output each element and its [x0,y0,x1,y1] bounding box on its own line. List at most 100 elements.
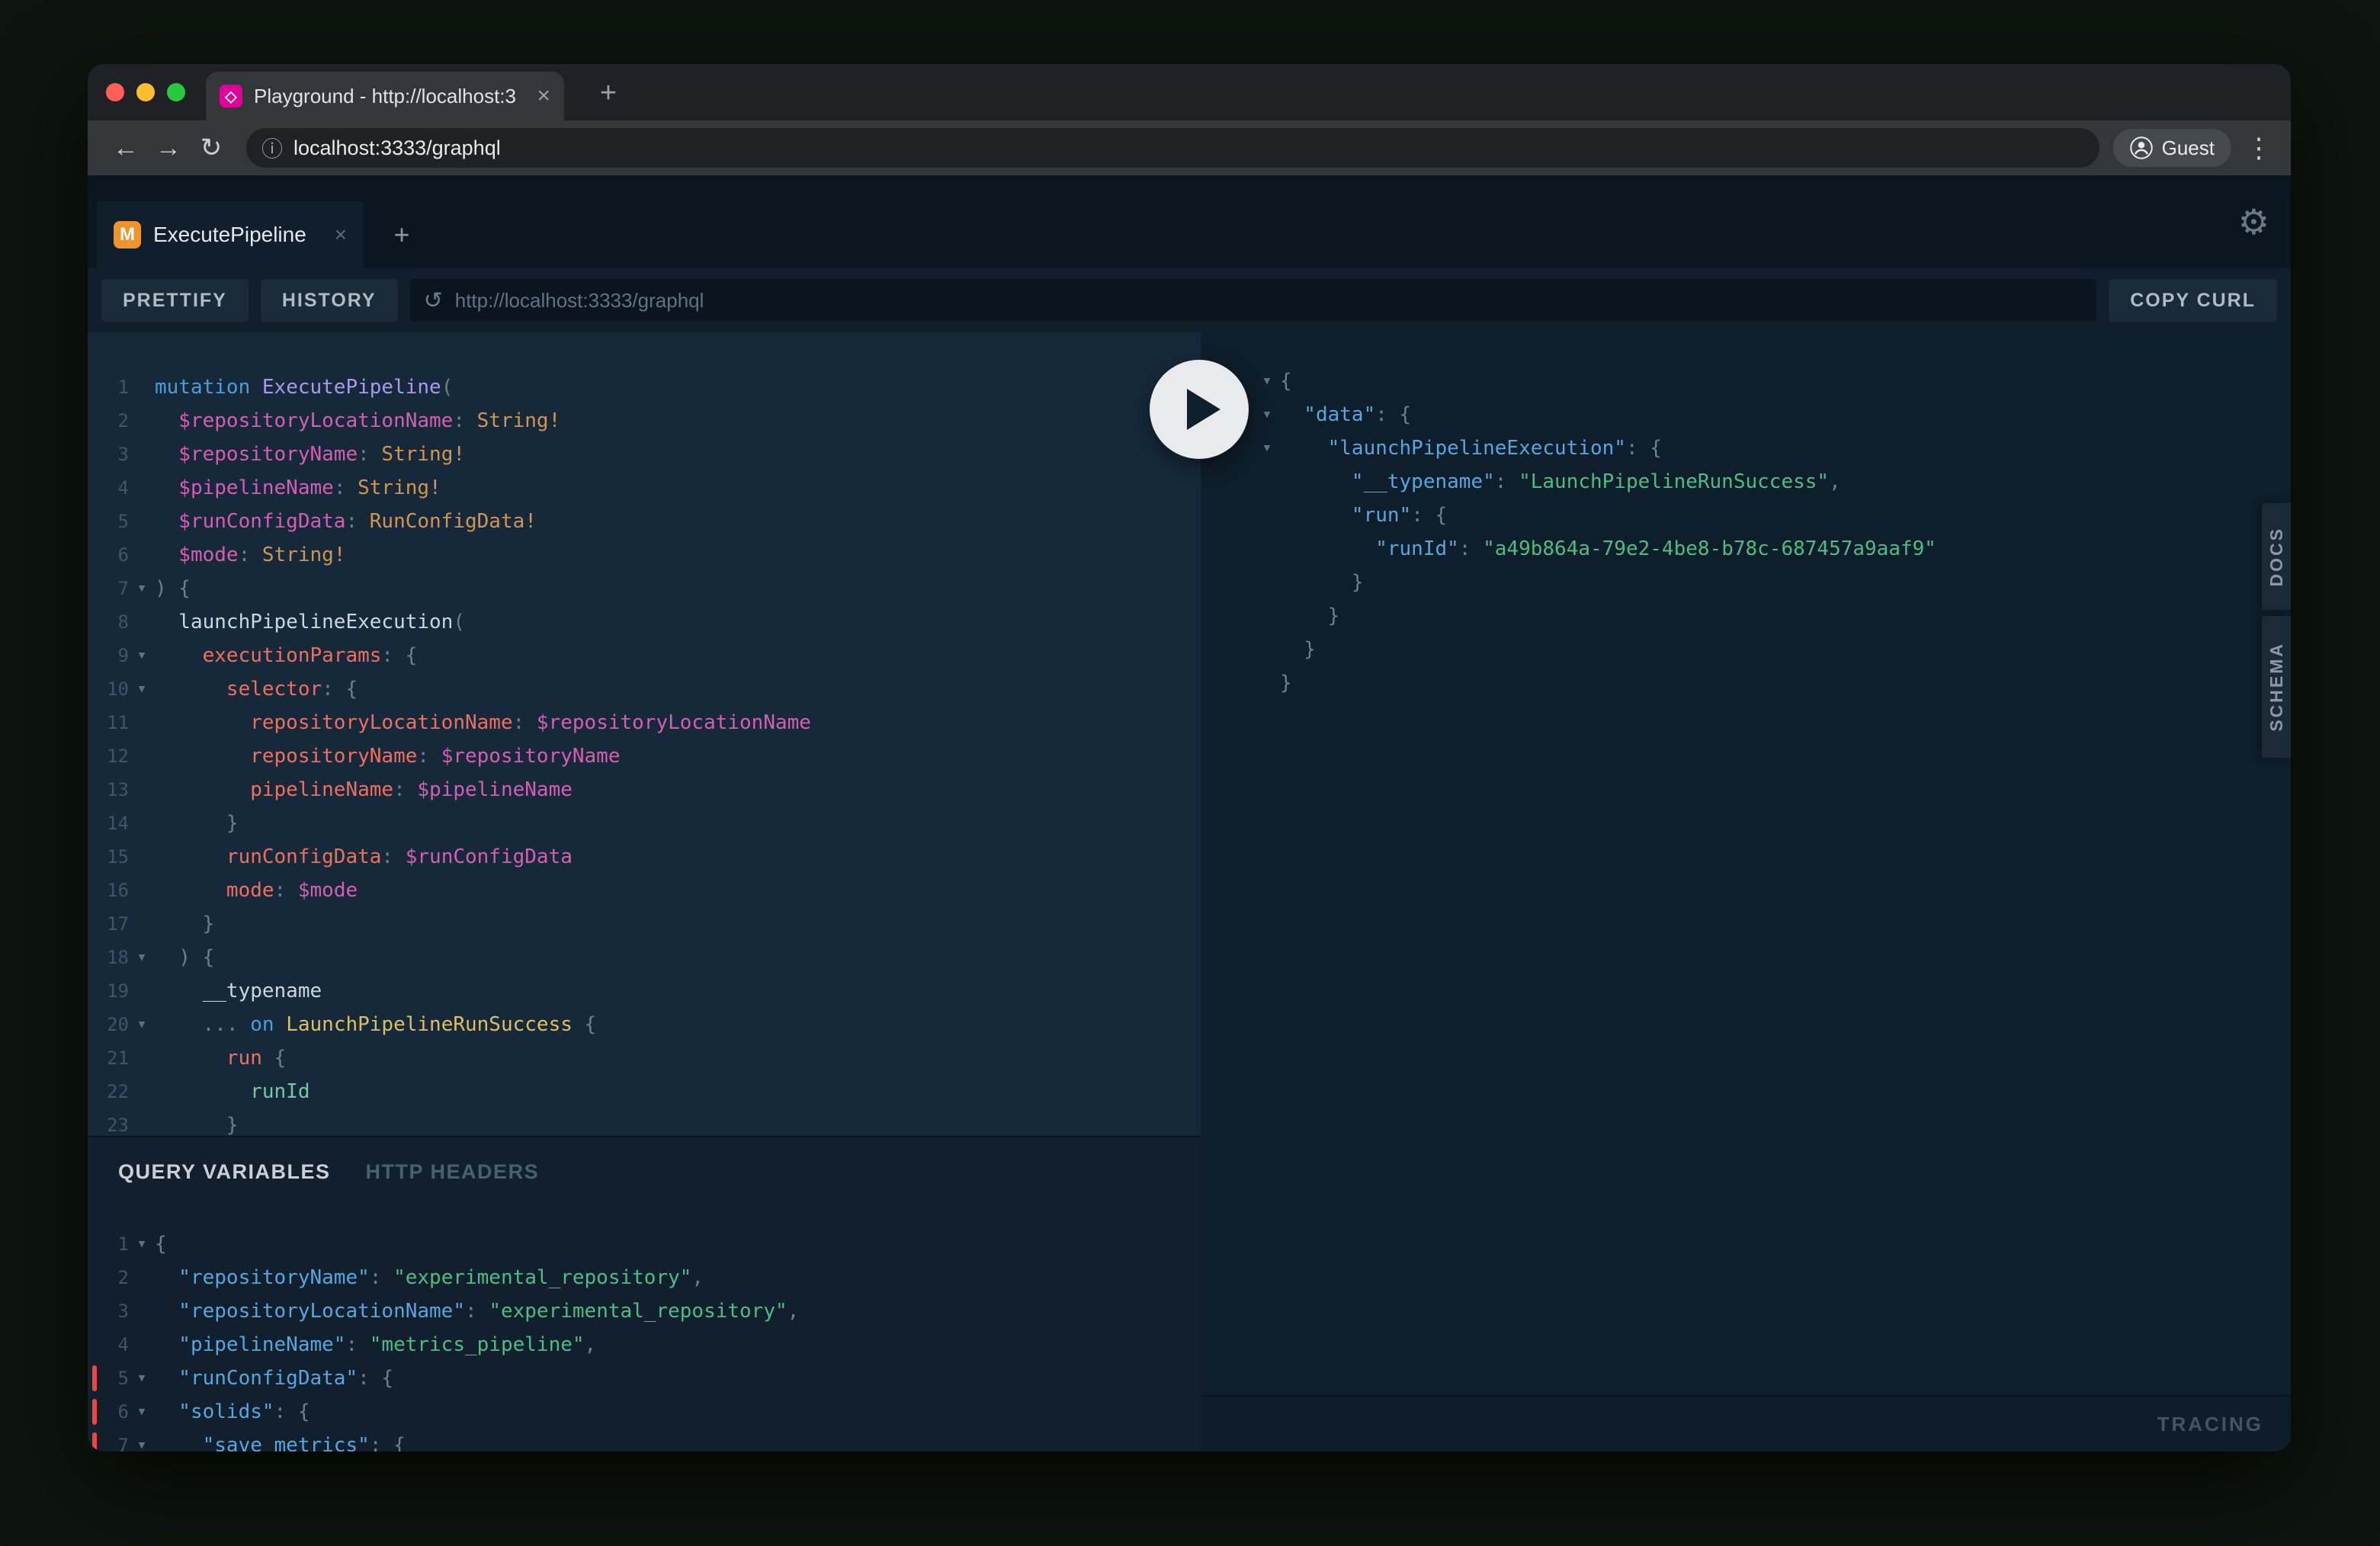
code-line: 3 "repositoryLocationName": "experimenta… [88,1294,1201,1328]
code-text: $pipelineName: String! [155,471,441,505]
variables-editor[interactable]: 1▾{2 "repositoryName": "experimental_rep… [88,1227,1201,1451]
code-line: 2 "repositoryName": "experimental_reposi… [88,1261,1201,1294]
code-text: $repositoryLocationName: String! [155,404,560,438]
code-line: 13 pipelineName: $pipelineName [88,773,1201,807]
copy-curl-button[interactable]: COPY CURL [2109,279,2277,322]
new-tab-button[interactable]: + [587,72,630,114]
history-button[interactable]: HISTORY [261,279,398,322]
playground-tab-executepipeline[interactable]: M ExecutePipeline × [97,201,364,268]
line-number: 3 [88,438,129,471]
docs-side-tab[interactable]: DOCS [2262,503,2291,610]
fold-caret-icon[interactable]: ▾ [129,639,155,672]
response-viewer: ▾{▾ "data": {▾ "launchPipelineExecution"… [1201,332,2291,700]
fold-caret-icon[interactable]: ▾ [129,1362,155,1395]
code-text: ... on LaunchPipelineRunSuccess { [155,1008,596,1041]
code-line: ▾ "launchPipelineExecution": { [1254,431,2291,465]
minimize-window-button[interactable] [136,83,155,101]
tab-query-variables[interactable]: QUERY VARIABLES [118,1160,331,1184]
line-number: 18 [88,941,129,974]
fold-caret-icon[interactable]: ▾ [129,1008,155,1041]
code-line: 8 launchPipelineExecution( [88,605,1201,639]
code-line: "run": { [1254,499,2291,532]
address-bar[interactable]: ⓘ localhost:3333/graphql [246,128,2099,168]
fold-caret-icon[interactable]: ▾ [129,1227,155,1261]
code-line: 1▾{ [88,1227,1201,1261]
code-text: "repositoryLocationName": "experimental_… [155,1294,799,1328]
reload-icon[interactable]: ↻ [190,127,233,169]
line-number: 4 [88,1328,129,1362]
query-editor[interactable]: 1mutation ExecutePipeline(2 $repositoryL… [88,332,1201,1136]
line-number: 9 [88,639,129,672]
fullscreen-window-button[interactable] [167,83,185,101]
code-line: 16 mode: $mode [88,874,1201,907]
code-text: executionParams: { [155,639,417,672]
tab-http-headers[interactable]: HTTP HEADERS [366,1160,540,1184]
code-text: mutation ExecutePipeline( [155,370,453,404]
code-text: "runConfigData": { [155,1362,393,1395]
code-text: $repositoryName: String! [155,438,465,471]
code-text: "launchPipelineExecution": { [1280,431,1662,465]
browser-tab-title: Playground - http://localhost:3 [254,85,531,108]
code-text: selector: { [155,672,358,706]
code-text: repositoryLocationName: $repositoryLocat… [155,706,811,739]
line-number: 23 [88,1108,129,1136]
schema-side-tab[interactable]: SCHEMA [2262,616,2291,758]
tracing-bar[interactable]: TRACING [1201,1395,2291,1451]
profile-button[interactable]: Guest [2113,129,2231,167]
code-line: } [1254,633,2291,666]
code-line: 7▾ "save_metrics": { [88,1429,1201,1451]
reload-schema-icon[interactable]: ↺ [424,287,443,314]
browser-menu-icon[interactable]: ⋮ [2244,132,2274,164]
playground-tab-close-icon[interactable]: × [335,223,347,247]
line-number: 8 [88,605,129,639]
code-line: 7▾) { [88,572,1201,605]
code-text: $mode: String! [155,538,345,572]
code-line: 11 repositoryLocationName: $repositoryLo… [88,706,1201,739]
fold-caret-icon[interactable]: ▾ [129,1395,155,1429]
code-line: "__typename": "LaunchPipelineRunSuccess"… [1254,465,2291,499]
playground-new-tab-button[interactable]: + [377,201,426,268]
execute-query-button[interactable] [1150,360,1249,459]
line-number: 2 [88,1261,129,1294]
playground-main: 1mutation ExecutePipeline(2 $repositoryL… [88,332,2291,1451]
back-icon[interactable]: ← [104,127,147,169]
fold-caret-icon[interactable]: ▾ [129,1429,155,1451]
fold-caret-icon[interactable]: ▾ [1254,398,1280,431]
prettify-button[interactable]: PRETTIFY [101,279,249,322]
code-line: 4 "pipelineName": "metrics_pipeline", [88,1328,1201,1362]
settings-gear-icon[interactable]: ⚙ [2238,175,2269,268]
fold-caret-icon[interactable]: ▾ [129,572,155,605]
docs-label: DOCS [2266,527,2287,586]
code-text: } [155,807,239,840]
avatar-icon [2130,136,2153,159]
site-info-icon[interactable]: ⓘ [261,133,283,163]
endpoint-input[interactable]: ↺ http://localhost:3333/graphql [410,279,2097,322]
tab-close-icon[interactable]: × [537,83,550,109]
code-text: __typename [155,974,322,1008]
fold-caret-icon[interactable]: ▾ [1254,431,1280,465]
code-text: runConfigData: $runConfigData [155,840,573,874]
code-line: "runId": "a49b864a-79e2-4be8-b78c-687457… [1254,532,2291,566]
code-text: "run": { [1280,499,1447,532]
fold-caret-icon[interactable]: ▾ [1254,364,1280,398]
profile-label: Guest [2162,136,2215,160]
code-line: 5 $runConfigData: RunConfigData! [88,505,1201,538]
close-window-button[interactable] [106,83,124,101]
fold-caret-icon[interactable]: ▾ [129,672,155,706]
line-number: 15 [88,840,129,874]
fold-caret-icon[interactable]: ▾ [129,941,155,974]
code-line: 5▾ "runConfigData": { [88,1362,1201,1395]
code-text: "runId": "a49b864a-79e2-4be8-b78c-687457… [1280,532,1936,566]
browser-tab[interactable]: ◇ Playground - http://localhost:3 × [206,72,564,120]
forward-icon[interactable]: → [147,127,190,169]
browser-toolbar: ← → ↻ ⓘ localhost:3333/graphql Guest ⋮ [88,120,2291,175]
line-number: 7 [88,572,129,605]
line-number: 3 [88,1294,129,1328]
line-number: 16 [88,874,129,907]
code-line: 9▾ executionParams: { [88,639,1201,672]
code-text: } [155,907,214,941]
line-number: 10 [88,672,129,706]
line-number: 13 [88,773,129,807]
code-line: 18▾ ) { [88,941,1201,974]
code-text: "data": { [1280,398,1411,431]
